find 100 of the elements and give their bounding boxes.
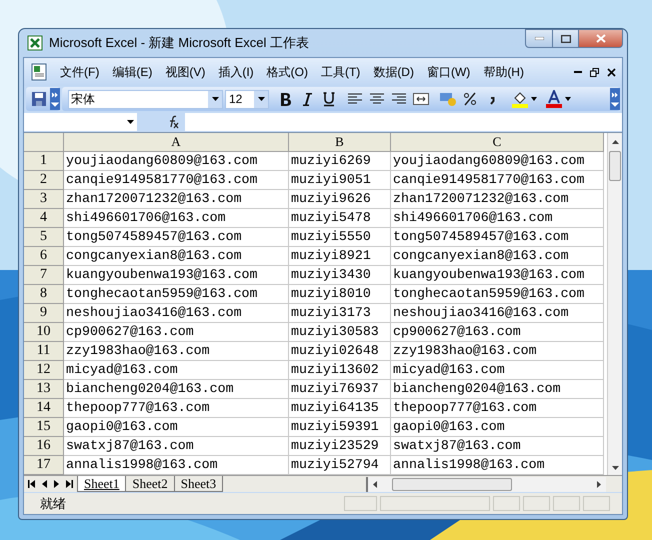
minimize-icon	[534, 37, 544, 40]
table-cell: canqie9149581770@163.com	[391, 171, 604, 190]
table-cell: muziyi30583	[289, 323, 391, 342]
caret-icon[interactable]	[565, 97, 571, 101]
table-cell: muziyi3430	[289, 266, 391, 285]
font-field[interactable]: 宋体	[68, 90, 223, 108]
row-header[interactable]: 2	[24, 171, 64, 190]
menu-item[interactable]: 帮助(H)	[477, 63, 530, 81]
close-icon[interactable]	[607, 68, 616, 76]
formula-field[interactable]	[185, 113, 622, 131]
table-cell: neshoujiao3416@163.com	[64, 304, 289, 323]
horizontal-scrollbar[interactable]	[366, 476, 606, 492]
row-header[interactable]: 4	[24, 209, 64, 228]
toolbar-options-icon[interactable]	[610, 88, 620, 110]
close-icon	[596, 34, 606, 43]
font-color-icon[interactable]	[545, 90, 563, 108]
table-cell: canqie9149581770@163.com	[64, 171, 289, 190]
table-cell: shi496601706@163.com	[391, 209, 604, 228]
merge-center-icon[interactable]	[413, 91, 429, 107]
status-panel	[583, 496, 610, 511]
table-cell: kuangyoubenwa193@163.com	[391, 266, 604, 285]
fill-color-icon[interactable]	[511, 90, 529, 108]
dropdown-button[interactable]	[254, 90, 268, 108]
font-size-field[interactable]: 12	[225, 90, 269, 108]
table-cell: zhan1720071232@163.com	[64, 190, 289, 209]
table-cell: tonghecaotan5959@163.com	[391, 285, 604, 304]
last-sheet-icon[interactable]	[66, 480, 73, 488]
table-cell: tonghecaotan5959@163.com	[64, 285, 289, 304]
row-header[interactable]: 16	[24, 437, 64, 456]
minimize-icon[interactable]	[574, 70, 582, 74]
table-cell: gaopi0@163.com	[391, 418, 604, 437]
next-sheet-icon[interactable]	[54, 480, 59, 488]
close-button[interactable]	[579, 29, 623, 48]
row-header[interactable]: 15	[24, 418, 64, 437]
column-header[interactable]: A	[64, 133, 289, 152]
save-icon[interactable]	[31, 91, 47, 107]
scroll-thumb[interactable]	[609, 151, 621, 181]
column-header[interactable]: B	[289, 133, 391, 152]
row-header[interactable]: 17	[24, 456, 64, 475]
maximize-button[interactable]	[553, 29, 579, 48]
restore-icon[interactable]	[590, 68, 599, 76]
table-cell: muziyi13602	[289, 361, 391, 380]
table-cell: gaopi0@163.com	[64, 418, 289, 437]
row-header[interactable]: 13	[24, 380, 64, 399]
menu-item[interactable]: 格式(O)	[260, 63, 314, 81]
row-header[interactable]: 14	[24, 399, 64, 418]
status-panel	[523, 496, 550, 511]
table-cell: micyad@163.com	[64, 361, 289, 380]
table-cell: biancheng0204@163.com	[391, 380, 604, 399]
window-title: Microsoft Excel - 新建 Microsoft Excel 工作表	[49, 34, 310, 52]
previous-sheet-icon[interactable]	[42, 480, 47, 488]
menu-item[interactable]: 数据(D)	[367, 63, 420, 81]
table-cell: muziyi5550	[289, 228, 391, 247]
table-cell: congcanyexian8@163.com	[64, 247, 289, 266]
table-cell: zzy1983hao@163.com	[391, 342, 604, 361]
percent-icon[interactable]	[463, 92, 477, 106]
toolbar-options-icon[interactable]	[50, 88, 60, 110]
table-cell: zzy1983hao@163.com	[64, 342, 289, 361]
caret-icon	[127, 120, 134, 124]
menu-item[interactable]: 视图(V)	[159, 63, 212, 81]
menu-item[interactable]: 窗口(W)	[420, 63, 476, 81]
row-header[interactable]: 1	[24, 152, 64, 171]
menu-item[interactable]: 编辑(E)	[106, 63, 158, 81]
first-sheet-icon[interactable]	[28, 480, 35, 488]
row-header[interactable]: 5	[24, 228, 64, 247]
table-cell: muziyi9051	[289, 171, 391, 190]
row-header[interactable]: 10	[24, 323, 64, 342]
table-cell: muziyi8010	[289, 285, 391, 304]
table-cell: muziyi3173	[289, 304, 391, 323]
sheet-tab[interactable]: Sheet2	[126, 476, 175, 492]
row-header[interactable]: 9	[24, 304, 64, 323]
caret-icon[interactable]	[531, 97, 537, 101]
minimize-button[interactable]	[525, 29, 553, 48]
sheet-tab[interactable]: Sheet1	[77, 476, 126, 492]
table-cell: muziyi76937	[289, 380, 391, 399]
row-header[interactable]: 11	[24, 342, 64, 361]
row-header[interactable]: 3	[24, 190, 64, 209]
row-header[interactable]: 6	[24, 247, 64, 266]
scroll-thumb[interactable]	[392, 478, 512, 490]
menu-item[interactable]: 工具(T)	[314, 63, 366, 81]
row-header[interactable]: 12	[24, 361, 64, 380]
table-cell: congcanyexian8@163.com	[391, 247, 604, 266]
sheet-tab[interactable]: Sheet3	[174, 476, 224, 492]
table-cell: muziyi9626	[289, 190, 391, 209]
menu-item[interactable]: 文件(F)	[54, 63, 106, 81]
vertical-scrollbar[interactable]	[607, 133, 622, 475]
table-cell: muziyi02648	[289, 342, 391, 361]
row-header[interactable]: 8	[24, 285, 64, 304]
column-header[interactable]: C	[391, 133, 604, 152]
row-header[interactable]: 7	[24, 266, 64, 285]
dropdown-button[interactable]	[208, 90, 222, 108]
table-cell: micyad@163.com	[391, 361, 604, 380]
table-cell: biancheng0204@163.com	[64, 380, 289, 399]
table-cell: thepoop777@163.com	[391, 399, 604, 418]
table-cell: cp900627@163.com	[391, 323, 604, 342]
table-cell: tong5074589457@163.com	[391, 228, 604, 247]
table-cell: muziyi59391	[289, 418, 391, 437]
table-cell: neshoujiao3416@163.com	[391, 304, 604, 323]
menu-item[interactable]: 插入(I)	[212, 63, 260, 81]
underline-icon[interactable]	[321, 91, 337, 107]
